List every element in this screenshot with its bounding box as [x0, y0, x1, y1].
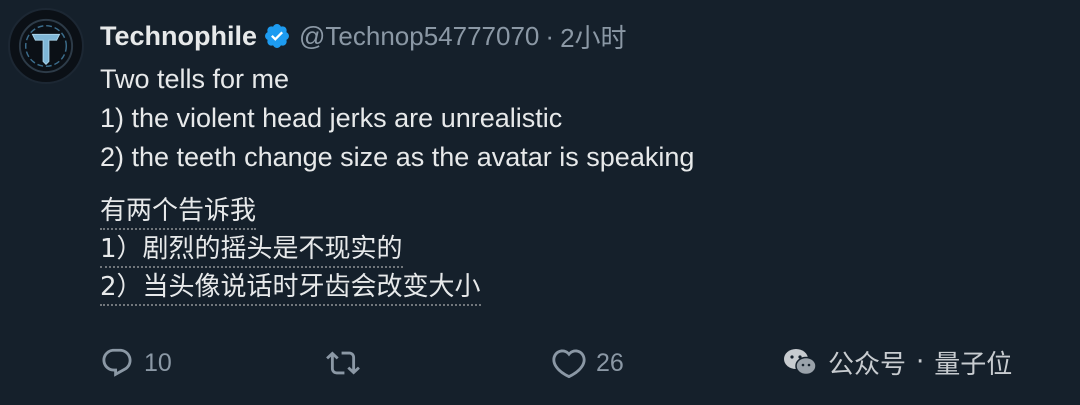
tweet-line: 2) the teeth change size as the avatar i…: [100, 142, 695, 172]
like-count: 26: [596, 348, 624, 377]
display-name[interactable]: Technophile: [100, 21, 257, 52]
avatar[interactable]: [8, 8, 84, 84]
translation-line: 有两个告诉我: [100, 194, 257, 230]
reply-icon: [102, 348, 132, 377]
header-separator: ·: [545, 20, 555, 51]
watermark-separator: ·: [916, 347, 925, 377]
user-handle[interactable]: @Technop54777070: [299, 21, 539, 52]
retweet-icon: [326, 351, 360, 375]
wechat-watermark: 公众号 · 量子位: [780, 340, 1012, 384]
translation-line: 2）当头像说话时牙齿会改变大小: [100, 270, 481, 306]
tweet-line: Two tells for me: [100, 64, 290, 94]
reply-count: 10: [144, 348, 172, 377]
like-button[interactable]: 26: [552, 343, 624, 383]
watermark-name: 量子位: [934, 349, 1013, 380]
verified-badge-icon: [265, 24, 289, 48]
tweet-card[interactable]: Technophile @Technop54777070 · 2小时 Two t…: [0, 0, 1080, 405]
tweet-line: 1) the violent head jerks are unrealisti…: [100, 103, 563, 133]
technophile-logo-icon: [18, 18, 74, 74]
tweet-timestamp[interactable]: 2小时: [560, 18, 626, 55]
heart-icon: [552, 349, 586, 379]
watermark-text: 公众号: [828, 349, 907, 380]
translation-line: 1）剧烈的摇头是不现实的: [100, 232, 403, 268]
reply-button[interactable]: 10: [100, 343, 172, 383]
wechat-icon: [784, 349, 817, 376]
tweet-body: Two tells for me 1) the violent head jer…: [100, 60, 694, 177]
retweet-button[interactable]: [326, 343, 370, 383]
tweet-header: Technophile @Technop54777070 · 2小时: [100, 18, 627, 54]
translation-block: 有两个告诉我 1）剧烈的摇头是不现实的 2）当头像说话时牙齿会改变大小: [100, 192, 481, 306]
